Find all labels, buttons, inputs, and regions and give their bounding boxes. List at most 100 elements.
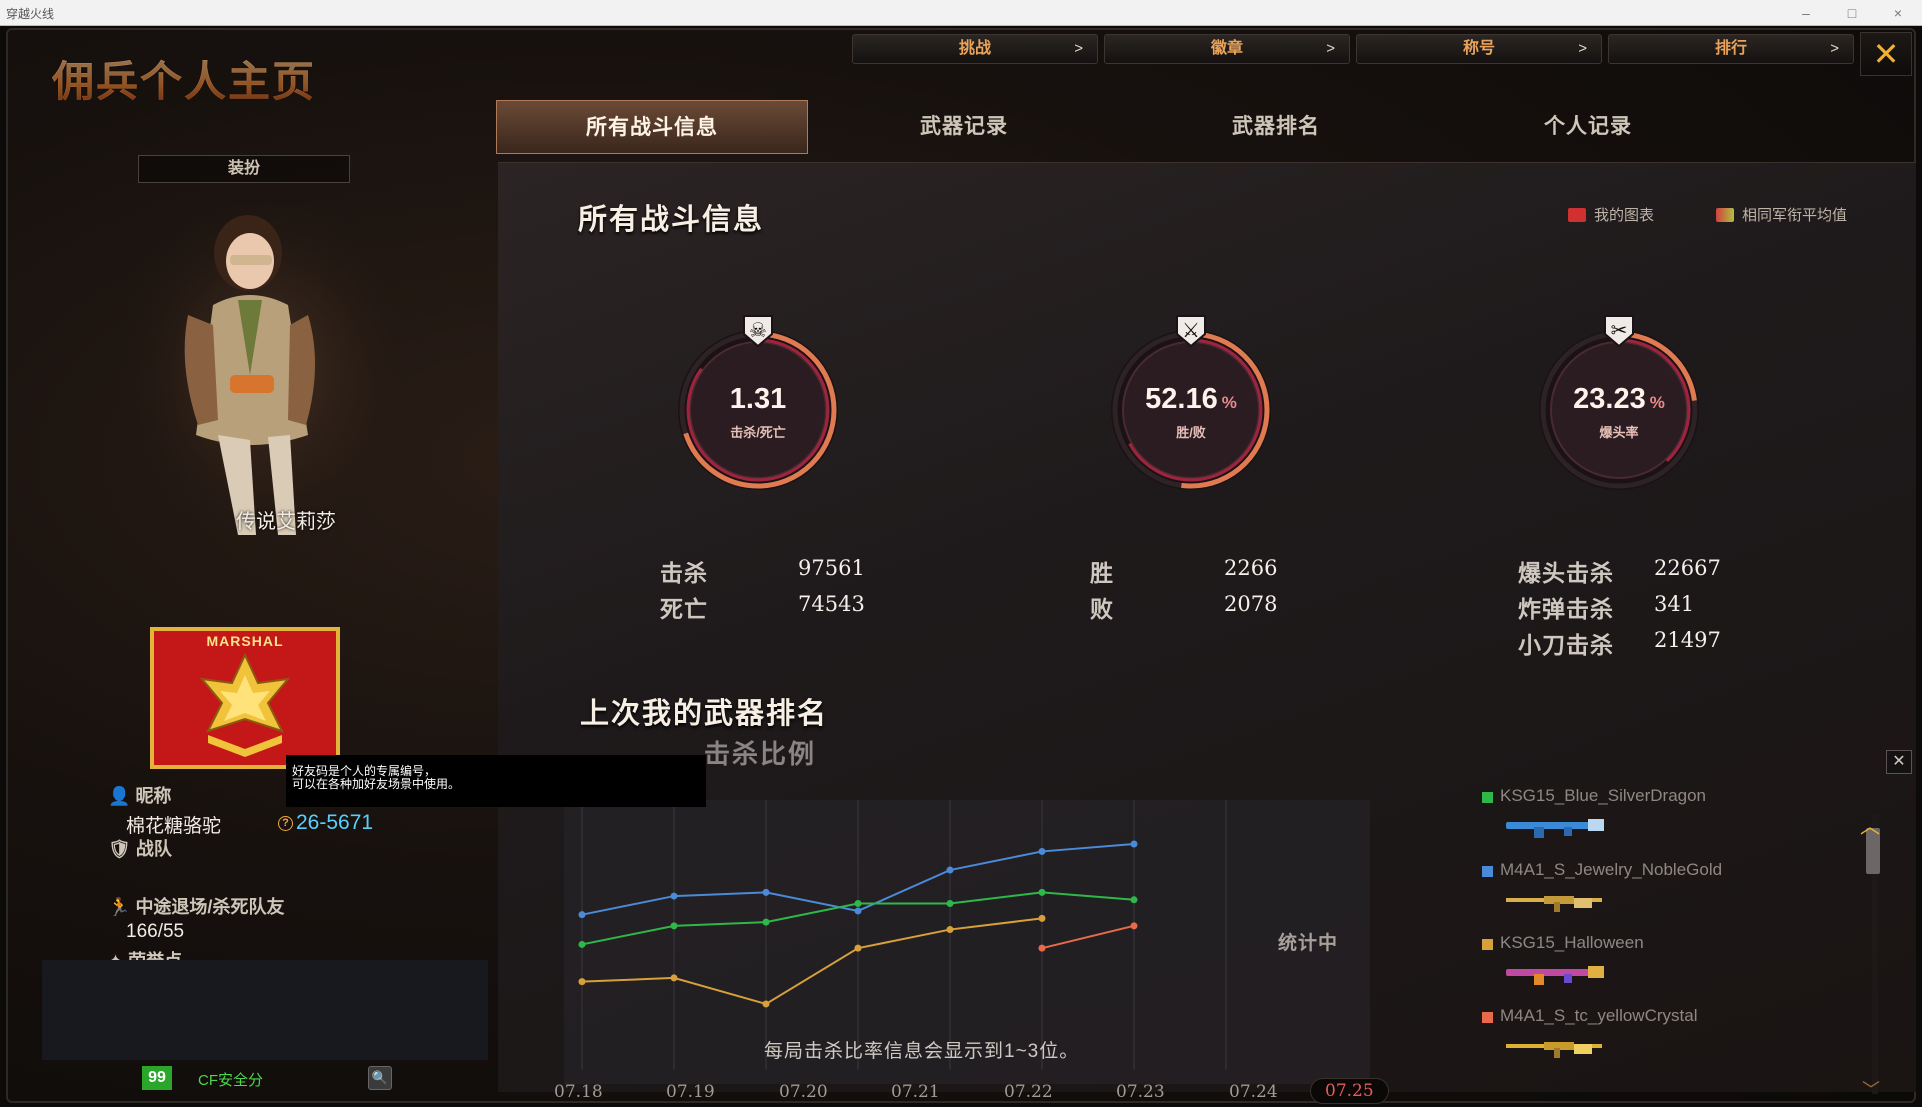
crossed-swords-icon: ⚔ (1182, 320, 1200, 342)
scroll-up-icon[interactable]: ︿ (1860, 810, 1880, 839)
nav-ranking-label: 排行 (1714, 40, 1747, 57)
friend-code: 26-5671 (296, 811, 374, 834)
headshot-gauge: ✂ 23.23% 爆头率 (1519, 290, 1719, 510)
win-rate-label: 胜/败 (1176, 425, 1206, 440)
minimize-button[interactable]: – (1790, 3, 1822, 23)
nickname-label: 👤 昵称 (108, 782, 171, 808)
tab-weapon-records[interactable]: 武器记录 (808, 100, 1120, 154)
main-frame: 佣兵个人主页 挑战 > 徽章 > 称号 > 排行 > ✕ 所有战斗信息 武器记录 武器排… (6, 28, 1916, 1104)
window-title: 穿越火线 (6, 7, 55, 21)
tooltip-line-2: 可以在各种加好友场景中使用。 (292, 777, 461, 791)
maximize-button[interactable]: □ (1836, 3, 1868, 23)
nav-badge-button[interactable]: 徽章 > (1104, 34, 1350, 64)
security-label: CF安全分 (198, 1072, 263, 1089)
series-2-point (946, 926, 954, 934)
scroll-down-icon[interactable]: ﹀ (1862, 1076, 1880, 1102)
losses-value: 2078 (1224, 592, 1278, 616)
series-2-point (578, 978, 586, 986)
date-tab-0723[interactable]: 07.23 (1116, 1082, 1165, 1102)
nav-challenge-button[interactable]: 挑战 > (852, 34, 1098, 64)
headshot-number: 23.23 (1573, 383, 1646, 415)
quit-teamkill-label: 🏃 中途退场/杀死队友 (108, 893, 284, 919)
series-2-point (854, 944, 862, 952)
series-0-point (854, 907, 862, 915)
weapon-color-swatch (1482, 866, 1493, 877)
help-icon[interactable]: ? (278, 816, 293, 831)
counting-label: 统计中 (1278, 933, 1339, 954)
shield-icon: 🛡 (108, 839, 131, 859)
deaths-label: 死亡 (660, 596, 708, 622)
headshot-kills-value: 22667 (1654, 556, 1721, 580)
knife-kills-label: 小刀击杀 (1518, 632, 1614, 658)
security-score: 99 (142, 1066, 172, 1090)
rank-badge: MARSHAL (150, 627, 340, 769)
date-tab-0724[interactable]: 07.24 (1229, 1082, 1278, 1102)
kills-label: 击杀 (660, 560, 708, 586)
series-1-point (1038, 888, 1046, 896)
weapon-color-swatch (1482, 1012, 1493, 1023)
team-label: 🛡 战队 (108, 835, 172, 861)
series-1-point (670, 922, 678, 930)
star-emblem-icon (199, 652, 291, 757)
nav-title-label: 称号 (1462, 40, 1495, 57)
series-0-point (762, 888, 770, 896)
series-2-point (1038, 914, 1046, 922)
bomb-kills-value: 341 (1654, 592, 1695, 616)
weapon-name-3: KSG15_Halloween (1500, 933, 1644, 952)
legend-mine: 我的图表 (1568, 204, 1654, 225)
chevron-right-icon: > (1326, 40, 1335, 57)
date-tab-0720[interactable]: 07.20 (779, 1082, 828, 1102)
series-0-point (670, 892, 678, 900)
bomb-kills-label: 炸弹击杀 (1518, 596, 1614, 622)
kd-value-number: 1.31 (729, 383, 787, 415)
date-tab-0719[interactable]: 07.19 (666, 1082, 715, 1102)
legend-mine-label: 我的图表 (1594, 207, 1655, 224)
date-tab-0722[interactable]: 07.22 (1004, 1082, 1053, 1102)
rifle-icon (1506, 896, 1602, 912)
series-1-point (578, 940, 586, 948)
tab-weapon-ranking[interactable]: 武器排名 (1120, 100, 1432, 154)
headshot-label: 爆头率 (1599, 425, 1639, 440)
knife-kills-value: 21497 (1654, 628, 1721, 652)
dress-up-button[interactable]: 装扮 (138, 155, 350, 183)
window-close-button[interactable]: × (1882, 3, 1914, 23)
tab-personal-records[interactable]: 个人记录 (1432, 100, 1744, 154)
panel-close-button[interactable]: ✕ (1886, 750, 1912, 774)
nav-title-button[interactable]: 称号 > (1356, 34, 1602, 64)
team-info-box (42, 960, 488, 1060)
win-rate-value: 52.16% (1091, 383, 1291, 416)
section-title: 所有战斗信息 (578, 204, 765, 236)
nav-ranking-button[interactable]: 排行 > (1608, 34, 1854, 64)
win-rate-percent: % (1221, 393, 1237, 412)
legend-swatch-average (1716, 207, 1734, 222)
date-tab-0718[interactable]: 07.18 (554, 1082, 603, 1102)
headshot-value: 23.23% (1519, 383, 1719, 416)
skull-icon: ☠ (749, 320, 767, 342)
series-0-point (578, 911, 586, 919)
search-icon[interactable]: 🔍 (368, 1066, 392, 1090)
user-icon: 👤 (108, 786, 131, 806)
headshot-kills-label: 爆头击杀 (1518, 560, 1614, 586)
weapon-name-4: M4A1_S_tc_yellowCrystal (1500, 1006, 1698, 1025)
character-avatar: 传说艾莉莎 (118, 205, 408, 565)
quit-teamkill-label-text: 中途退场/杀死队友 (135, 897, 285, 917)
page-title: 佣兵个人主页 (52, 48, 316, 109)
series-3-point (1130, 922, 1138, 930)
series-1-point (946, 900, 954, 908)
date-tab-0721[interactable]: 07.21 (891, 1082, 940, 1102)
nickname-value: 棉花糖骆驼 (126, 816, 222, 837)
legend-average-label: 相同军衔平均值 (1742, 207, 1848, 224)
series-0-point (1130, 840, 1138, 848)
win-rate-number: 52.16 (1145, 383, 1218, 415)
shotgun-icon (1506, 819, 1604, 838)
losses-label: 败 (1090, 596, 1114, 622)
series-3-point (1038, 944, 1046, 952)
kd-gauge: ☠ 1.31 击杀/死亡 (658, 290, 858, 510)
date-tab-0725[interactable]: 07.25 (1310, 1078, 1389, 1104)
team-label-text: 战队 (135, 839, 172, 859)
close-button[interactable]: ✕ (1860, 32, 1912, 76)
legend-average: 相同军衔平均值 (1716, 204, 1847, 225)
series-0-point (946, 866, 954, 874)
tab-all-battle-info[interactable]: 所有战斗信息 (496, 100, 808, 154)
series-1-point (762, 918, 770, 926)
